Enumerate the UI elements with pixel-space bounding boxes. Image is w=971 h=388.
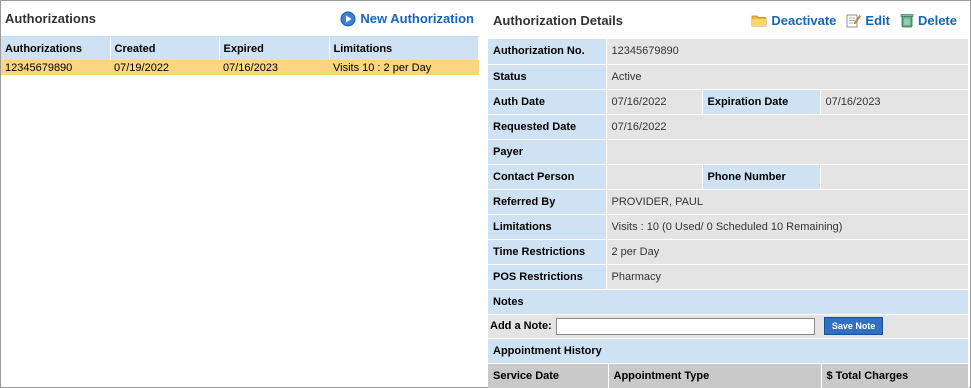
detail-row-contact: Contact Person Phone Number [488, 164, 969, 190]
note-input[interactable] [555, 317, 815, 335]
detail-row-requested-date: Requested Date 07/16/2022 [488, 114, 969, 140]
limitations-value: Visits : 10 (0 Used/ 0 Scheduled 10 Rema… [606, 214, 969, 240]
details-table: Authorization No. 12345679890 Status Act… [488, 39, 969, 364]
contact-person-label: Contact Person [488, 164, 607, 190]
details-header: Authorization Details Deactivate Edit De… [488, 1, 969, 39]
auth-no-label: Authorization No. [488, 39, 607, 65]
cell-limitations[interactable]: Visits 10 : 2 per Day [329, 60, 479, 75]
auth-date-label: Auth Date [488, 89, 607, 115]
phone-number-label: Phone Number [702, 164, 821, 190]
referred-by-value: PROVIDER, PAUL [606, 189, 969, 215]
add-note-label: Add a Note: [490, 319, 552, 332]
pos-restrictions-label: POS Restrictions [488, 264, 607, 290]
detail-row-referred-by: Referred By PROVIDER, PAUL [488, 189, 969, 215]
delete-label: Delete [917, 12, 957, 28]
authorizations-panel: Authorizations New Authorization Authori… [1, 1, 479, 386]
time-restrictions-value: 2 per Day [606, 239, 969, 265]
requested-date-label: Requested Date [488, 114, 607, 140]
deactivate-label: Deactivate [771, 12, 837, 28]
cell-auth-id[interactable]: 12345679890 [1, 60, 110, 75]
edit-button[interactable]: Edit [846, 13, 890, 28]
authorization-details-panel: Authorization Details Deactivate Edit De… [488, 1, 969, 388]
play-circle-icon [340, 11, 356, 27]
auth-no-value: 12345679890 [606, 39, 969, 65]
pos-restrictions-value: Pharmacy [606, 264, 969, 290]
detail-row-status: Status Active [488, 64, 969, 90]
notes-heading: Notes [488, 289, 969, 315]
column-header-created[interactable]: Created [110, 37, 220, 60]
column-header-authorizations[interactable]: Authorizations [1, 37, 111, 60]
history-header-row: Service Date Appointment Type $ Total Ch… [488, 363, 969, 388]
add-note-cell: Add a Note: Save Note [488, 314, 969, 339]
appointment-history-heading: Appointment History [488, 338, 969, 364]
history-col-service-date[interactable]: Service Date [488, 363, 609, 388]
new-authorization-button[interactable]: New Authorization [340, 11, 474, 27]
details-title: Authorization Details [493, 12, 624, 28]
detail-row-payer: Payer [488, 139, 969, 165]
save-note-button[interactable]: Save Note [823, 317, 884, 335]
appointment-history-table: Service Date Appointment Type $ Total Ch… [488, 363, 969, 388]
new-authorization-label: New Authorization [360, 11, 474, 26]
table-header-row: Authorizations Created Expired Limitatio… [1, 37, 479, 60]
add-note-row: Add a Note: Save Note [488, 314, 969, 339]
detail-row-time-restrictions: Time Restrictions 2 per Day [488, 239, 969, 265]
delete-button[interactable]: Delete [900, 13, 957, 28]
authorizations-table: Authorizations Created Expired Limitatio… [1, 37, 479, 75]
column-header-expired[interactable]: Expired [219, 37, 330, 60]
deactivate-button[interactable]: Deactivate [751, 13, 836, 28]
phone-number-value [820, 164, 969, 190]
details-actions: Deactivate Edit Delete [751, 13, 957, 28]
limitations-label: Limitations [488, 214, 607, 240]
notes-section-row: Notes [488, 289, 969, 315]
edit-label: Edit [865, 12, 890, 28]
table-row[interactable]: 12345679890 07/19/2022 07/16/2023 Visits… [1, 60, 479, 75]
payer-label: Payer [488, 139, 607, 165]
status-label: Status [488, 64, 607, 90]
auth-date-value: 07/16/2022 [606, 89, 703, 115]
detail-row-pos-restrictions: POS Restrictions Pharmacy [488, 264, 969, 290]
expiration-date-label: Expiration Date [702, 89, 821, 115]
folder-icon [751, 13, 767, 27]
history-section-row: Appointment History [488, 338, 969, 364]
column-header-limitations[interactable]: Limitations [329, 37, 479, 60]
detail-row-auth-no: Authorization No. 12345679890 [488, 39, 969, 65]
edit-icon [846, 13, 862, 28]
status-value: Active [606, 64, 969, 90]
contact-person-value [606, 164, 703, 190]
authorizations-header: Authorizations New Authorization [1, 1, 479, 37]
time-restrictions-label: Time Restrictions [488, 239, 607, 265]
expiration-date-value: 07/16/2023 [820, 89, 969, 115]
history-col-total-charges[interactable]: $ Total Charges [821, 363, 969, 388]
payer-value [606, 139, 969, 165]
authorizations-title: Authorizations [5, 11, 96, 26]
cell-expired[interactable]: 07/16/2023 [219, 60, 329, 75]
detail-row-limitations: Limitations Visits : 10 (0 Used/ 0 Sched… [488, 214, 969, 240]
detail-row-auth-date: Auth Date 07/16/2022 Expiration Date 07/… [488, 89, 969, 115]
referred-by-label: Referred By [488, 189, 607, 215]
requested-date-value: 07/16/2022 [606, 114, 969, 140]
trash-icon [900, 13, 914, 28]
cell-created[interactable]: 07/19/2022 [110, 60, 219, 75]
history-col-appointment-type[interactable]: Appointment Type [608, 363, 822, 388]
